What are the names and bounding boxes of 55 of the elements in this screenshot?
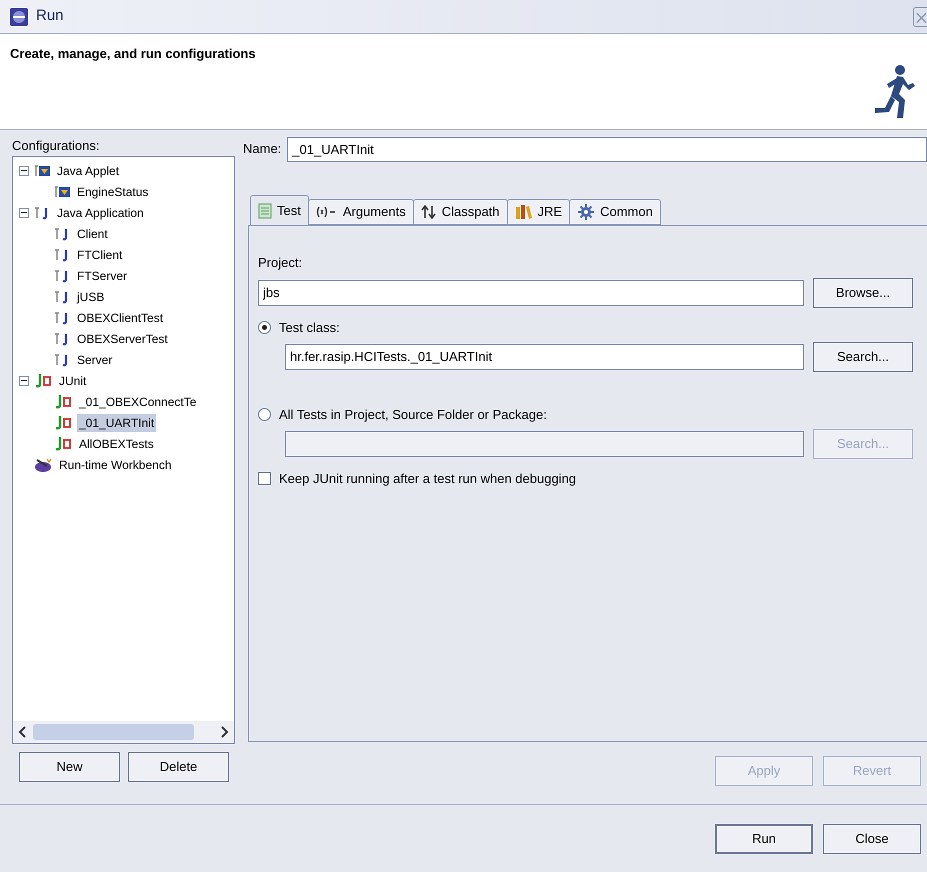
- tree-item[interactable]: FTClient: [75, 246, 124, 264]
- header-message: Create, manage, and run configurations: [10, 45, 256, 63]
- tree-item[interactable]: Server: [75, 350, 114, 368]
- gear-icon: [577, 203, 596, 221]
- tree-item[interactable]: jUSB: [75, 288, 106, 306]
- tree-item[interactable]: Client: [75, 224, 110, 242]
- tree-item[interactable]: EngineStatus: [75, 182, 150, 200]
- tab[interactable]: JRE: [506, 199, 570, 225]
- app-icon: [10, 8, 28, 26]
- search-button[interactable]: Search...: [813, 342, 913, 372]
- checkbox[interactable]: [258, 472, 271, 485]
- project-label: Project:: [258, 254, 304, 272]
- tree-item[interactable]: Java Application: [55, 204, 146, 222]
- tree-item[interactable]: OBEXClientTest: [75, 308, 166, 326]
- name-label: Name:: [243, 140, 282, 158]
- tree-item[interactable]: AllOBEXTests: [77, 434, 156, 452]
- project-field[interactable]: jbs: [258, 280, 804, 306]
- checkbox-label[interactable]: Keep JUnit running after a test run when debugging: [279, 468, 576, 488]
- tab[interactable]: Test: [250, 195, 309, 225]
- collapse-toggle[interactable]: [19, 166, 29, 176]
- radio-label[interactable]: Test class:: [279, 318, 340, 338]
- browse-button[interactable]: Browse...: [813, 278, 913, 308]
- tab[interactable]: Classpath: [412, 199, 508, 225]
- tree-item[interactable]: Run-time Workbench: [57, 456, 174, 474]
- name-field[interactable]: _01_UARTInit: [287, 136, 927, 162]
- tree-item[interactable]: Java Applet: [55, 162, 122, 180]
- run-button[interactable]: Run: [715, 824, 813, 854]
- radio-button[interactable]: [258, 321, 271, 334]
- tab[interactable]: Common: [569, 199, 661, 225]
- collapse-toggle[interactable]: [19, 376, 29, 386]
- up-down-arrows-icon: [420, 205, 437, 219]
- horizontal-scrollbar[interactable]: [13, 721, 234, 743]
- tree-item[interactable]: JUnit: [57, 372, 88, 390]
- test-field[interactable]: hr.fer.rasip.HCITests._01_UARTInit: [285, 344, 804, 370]
- tree-item[interactable]: FTServer: [75, 266, 130, 284]
- workbench-icon: [33, 456, 53, 472]
- configurations-label: Configurations:: [12, 137, 100, 155]
- applet-icon: [53, 184, 71, 198]
- delete-button[interactable]: Delete: [128, 752, 229, 782]
- window-title: Run: [36, 6, 64, 26]
- tree-item[interactable]: OBEXServerTest: [75, 330, 170, 348]
- collapse-toggle[interactable]: [19, 208, 29, 218]
- list-icon: [258, 202, 272, 218]
- new-button[interactable]: New: [19, 752, 120, 782]
- junit-icon: [33, 373, 53, 388]
- arguments-icon: [316, 206, 338, 218]
- applet-icon: [33, 164, 51, 178]
- tree-item[interactable]: _01_UARTInit: [77, 414, 156, 432]
- close-button[interactable]: Close: [823, 824, 921, 854]
- tree-item[interactable]: _01_OBEXConnectTe: [77, 392, 198, 410]
- tab[interactable]: Arguments: [308, 199, 414, 225]
- junit-icon: [53, 436, 73, 451]
- books-icon: [514, 204, 533, 220]
- junit-icon: [53, 394, 73, 409]
- junit-icon: [53, 415, 73, 430]
